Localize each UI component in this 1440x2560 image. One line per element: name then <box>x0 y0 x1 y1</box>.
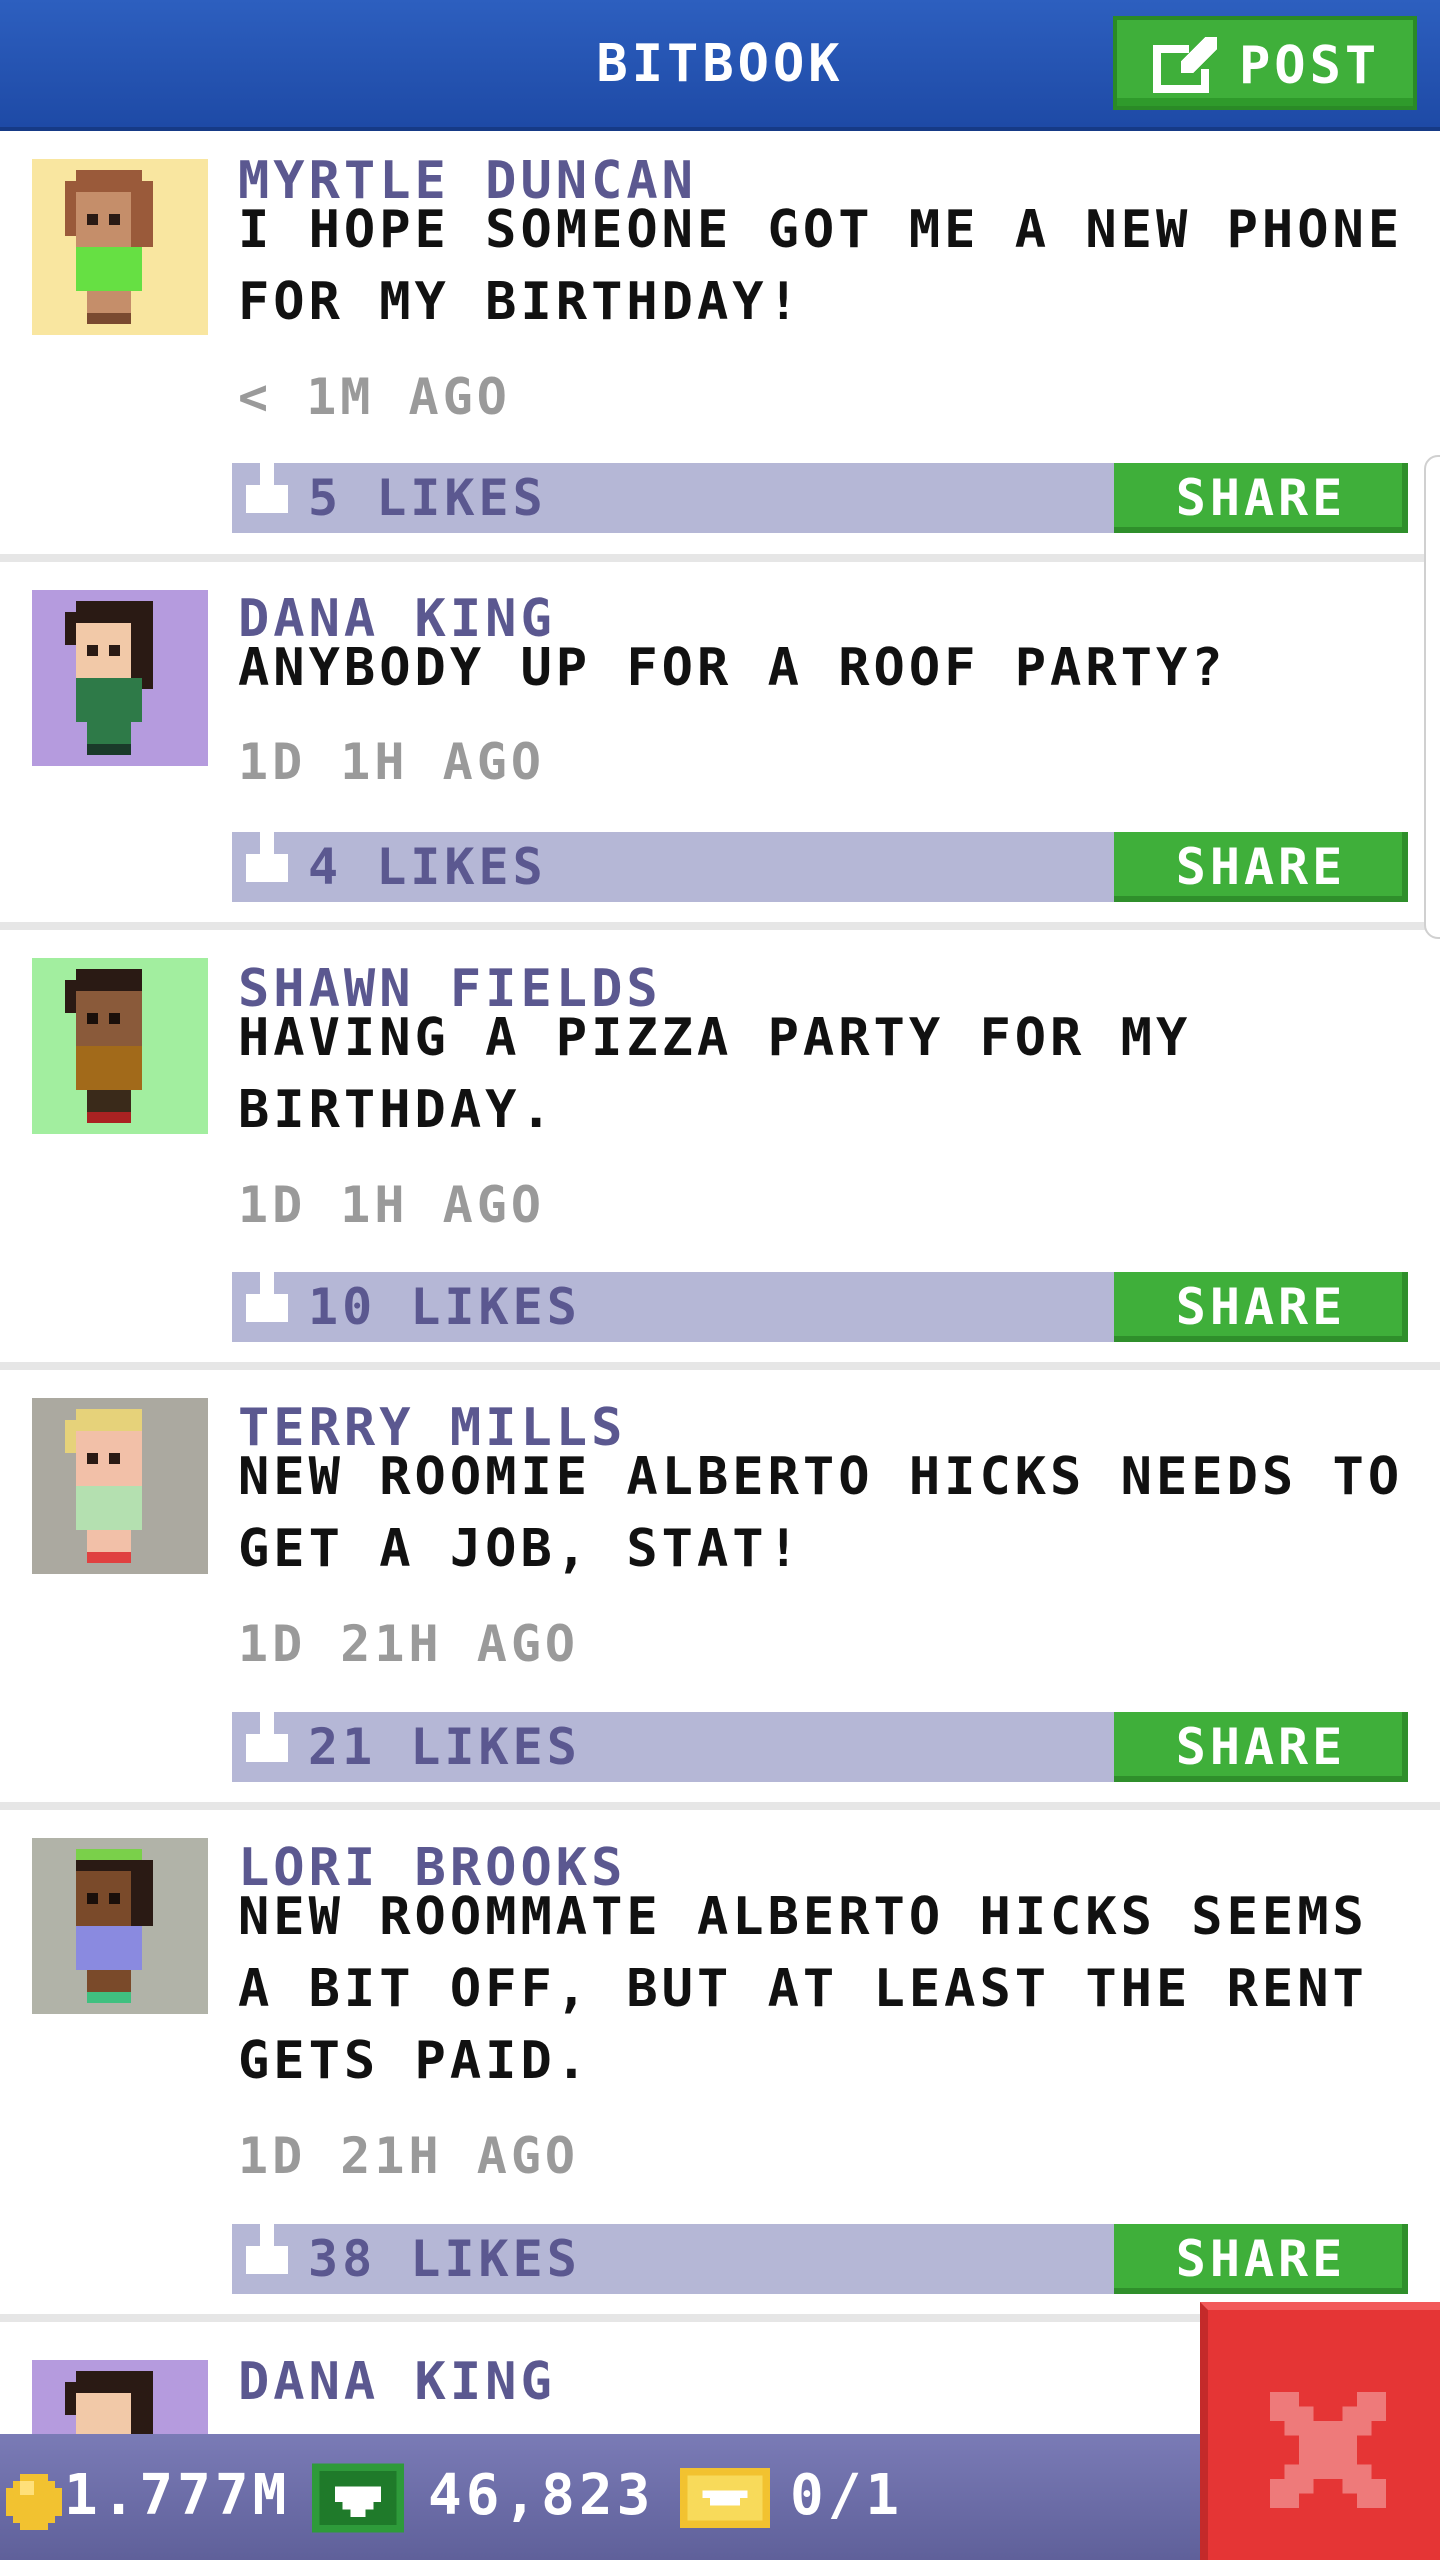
post-time: 1D 1H AGO <box>238 733 545 791</box>
bux-value: 46,823 <box>428 2463 655 2528</box>
like-bar: 21 LIKES SHARE <box>232 1699 1408 1782</box>
feed-post: SHAWN FIELDS HAVING A PIZZA PARTY FOR MY… <box>0 930 1440 1370</box>
app-header: BITBOOK POST <box>0 0 1440 131</box>
like-icon[interactable] <box>246 818 288 890</box>
share-button[interactable]: SHARE <box>1114 2224 1408 2294</box>
avatar <box>32 958 208 1134</box>
like-icon[interactable] <box>246 1698 288 1770</box>
share-button[interactable]: SHARE <box>1114 463 1408 533</box>
like-bar: 5 LIKES SHARE <box>232 450 1408 533</box>
like-bar: 4 LIKES SHARE <box>232 819 1408 902</box>
feed-post: MYRTLE DUNCAN I HOPE SOMEONE GOT ME A NE… <box>0 131 1440 562</box>
like-bar: 10 LIKES SHARE <box>232 1259 1408 1342</box>
post-text: NEW ROOMIE ALBERTO HICKS NEEDS TO GET A … <box>238 1447 1404 1579</box>
post-time: 1D 1H AGO <box>238 1176 545 1234</box>
close-icon <box>1270 2392 1386 2508</box>
avatar <box>32 159 208 335</box>
post-author[interactable]: DANA KING <box>238 2352 556 2412</box>
post-time: 1D 21H AGO <box>238 2127 580 2185</box>
bux-icon <box>312 2463 404 2533</box>
post-text: ANYBODY UP FOR A ROOF PARTY? <box>238 638 1227 698</box>
likes-count: 10 LIKES <box>308 1278 581 1336</box>
like-bar: 38 LIKES SHARE <box>232 2211 1408 2294</box>
likes-count: 38 LIKES <box>308 2230 581 2288</box>
tickets-value: 0/1 <box>790 2463 904 2528</box>
coins-value: 1.777M <box>64 2463 291 2528</box>
feed-post: DANA KING ANYBODY UP FOR A ROOF PARTY? 1… <box>0 562 1440 930</box>
post-text: NEW ROOMMATE ALBERTO HICKS SEEMS A BIT O… <box>238 1887 1368 2091</box>
ticket-icon <box>680 2468 770 2528</box>
post-text: HAVING A PIZZA PARTY FOR MY BIRTHDAY. <box>238 1008 1192 1140</box>
likes-count: 21 LIKES <box>308 1718 581 1776</box>
post-time: 1D 21H AGO <box>238 1615 580 1673</box>
post-time: < 1M AGO <box>238 368 511 426</box>
like-icon[interactable] <box>246 449 288 521</box>
coin-icon <box>6 2474 62 2530</box>
post-text: I HOPE SOMEONE GOT ME A NEW PHONE FOR MY… <box>238 200 1404 332</box>
avatar <box>32 1398 208 1574</box>
post-button[interactable]: POST <box>1113 16 1417 110</box>
post-button-label: POST <box>1239 36 1381 96</box>
avatar <box>32 590 208 766</box>
close-button[interactable] <box>1200 2302 1440 2560</box>
compose-icon <box>1153 37 1217 93</box>
feed-post: TERRY MILLS NEW ROOMIE ALBERTO HICKS NEE… <box>0 1370 1440 1810</box>
avatar <box>32 1838 208 2014</box>
likes-count: 5 LIKES <box>308 469 547 527</box>
scrollbar[interactable] <box>1424 455 1440 939</box>
like-icon[interactable] <box>246 2210 288 2282</box>
share-button[interactable]: SHARE <box>1114 1272 1408 1342</box>
share-button[interactable]: SHARE <box>1114 832 1408 902</box>
feed-post: LORI BROOKS NEW ROOMMATE ALBERTO HICKS S… <box>0 1810 1440 2322</box>
like-icon[interactable] <box>246 1258 288 1330</box>
likes-count: 4 LIKES <box>308 838 547 896</box>
share-button[interactable]: SHARE <box>1114 1712 1408 1782</box>
